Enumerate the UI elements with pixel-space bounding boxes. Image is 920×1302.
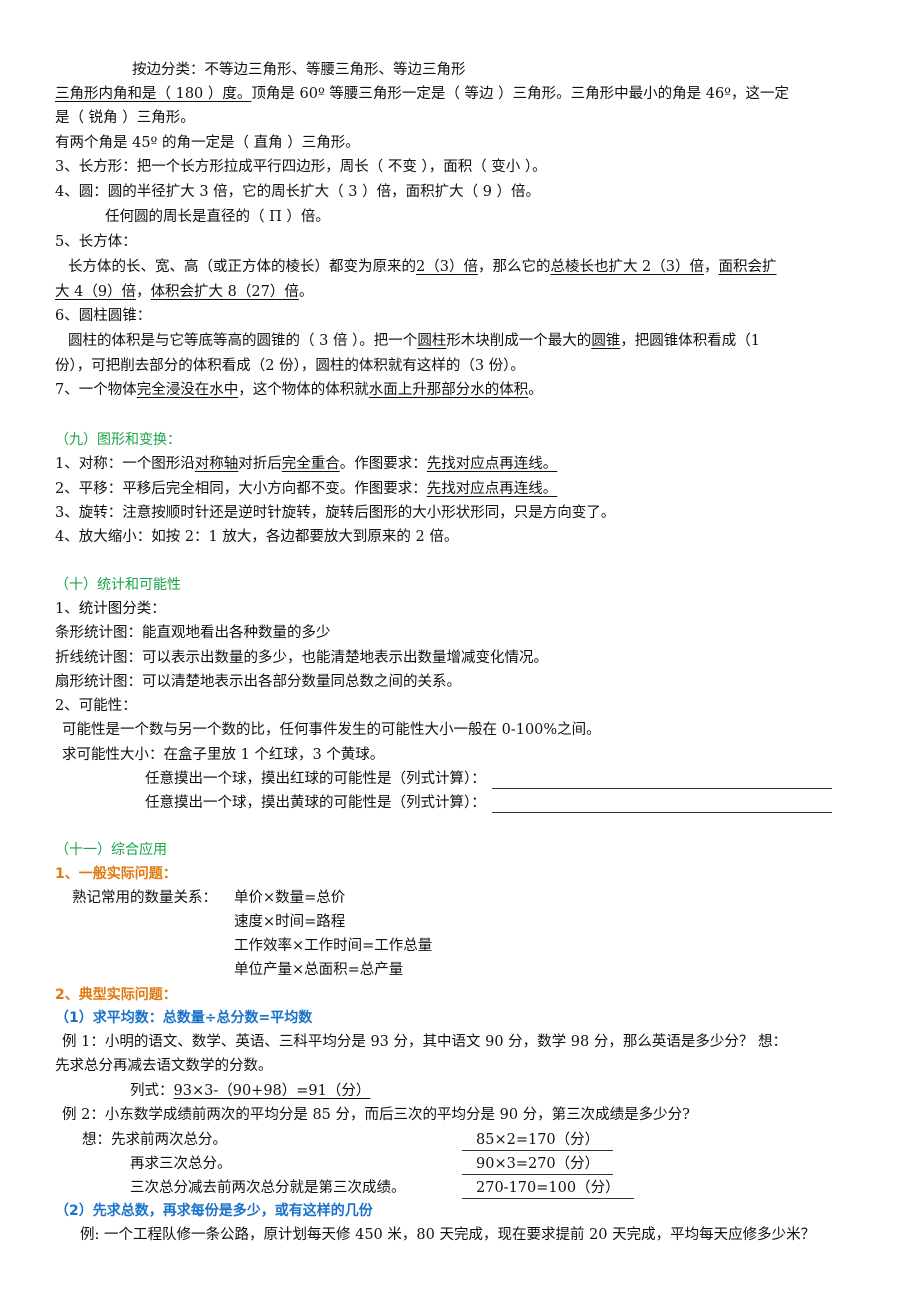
bar-chart-desc: 条形统计图：能直观地看出各种数量的多少 [55, 625, 331, 641]
underlined-text: 85×2=170（分） [462, 1130, 614, 1151]
cuboid-text-cont: 大 4（9）倍，体积会扩大 8（27）倍。 [55, 282, 313, 302]
underlined-text: 总棱长也扩大 2（3）倍 [550, 259, 705, 275]
cylinder-text-cont: 份），可把削去部分的体积看成（2 份），圆柱的体积就有这样的（3 份）。 [55, 358, 525, 374]
object-volume: 7、一个物体完全浸没在水中，这个物体的体积就水面上升那部分水的体积。 [55, 380, 543, 400]
underlined-text: 270-170=100（分） [462, 1178, 634, 1199]
line-chart-desc: 折线统计图：可以表示出数量的多少，也能清楚地表示出数量增减变化情况。 [55, 650, 548, 666]
underlined-text: 三角形内角和是（ 180 ）度。 [55, 86, 252, 102]
example-2-calc: 270-170=100（分） [462, 1178, 634, 1199]
circle-pi: 任何圆的周长是直径的（ Π ）倍。 [105, 209, 330, 225]
yellow-ball-question: 任意摸出一个球，摸出黄球的可能性是（列式计算）： [145, 793, 832, 813]
answer-blank[interactable] [491, 773, 832, 789]
relation-item: 单位产量×总面积=总产量 [234, 962, 404, 978]
underlined-text: 体积会扩大 8（27）倍 [150, 284, 299, 300]
underlined-text: 水面上升那部分水的体积 [368, 382, 529, 398]
text: 2、平移：平移后完全相同，大小方向都不变。作图要求： [55, 481, 427, 497]
text: 。 [528, 382, 543, 398]
triangle-angle-sum: 三角形内角和是（ 180 ）度。顶角是 60º 等腰三角形一定是（ 等边 ）三角… [55, 84, 789, 104]
text: 圆柱的体积是与它等底等高的圆锥的（ 3 倍 ）。把一个 [68, 333, 418, 349]
probability-question: 求可能性大小：在盒子里放 1 个红球，3 个黄球。 [62, 747, 385, 763]
underlined-text: 先找对应点再连线。 [426, 481, 558, 497]
example-2-step: 想：先求前两次总分。 [82, 1132, 227, 1148]
probability-definition: 可能性是一个数与另一个数的比，任何事件发生的可能性大小一般在 0-100%之间。 [62, 722, 601, 738]
text: 形木块削成一个最大的 [446, 333, 592, 349]
red-ball-question: 任意摸出一个球，摸出红球的可能性是（列式计算）： [145, 769, 832, 789]
underlined-text: 完全重合 [281, 456, 340, 472]
text: 。作图要求： [339, 456, 427, 472]
example-2-step: 三次总分减去前两次总分就是第三次成绩。 [130, 1180, 406, 1196]
example-2-calc: 90×3=270（分） [462, 1154, 614, 1175]
relations-label: 熟记常用的数量关系： [72, 890, 217, 906]
text: 长方体的长、宽、高（或正方体的棱长）都变为原来的 [68, 259, 416, 275]
underlined-text: 90×3=270（分） [462, 1154, 614, 1175]
text: 。 [298, 284, 314, 300]
cuboid-text: 长方体的长、宽、高（或正方体的棱长）都变为原来的2（3）倍，那么它的总棱长也扩大… [68, 257, 777, 277]
underlined-text: 先找对应点再连线。 [426, 456, 558, 472]
average-title: （1）求平均数：总数量÷总分数=平均数 [55, 1010, 313, 1026]
probability-title: 2、可能性： [55, 698, 137, 714]
underlined-text: 对称轴 [194, 456, 239, 472]
typical-problems-title: 2、典型实际问题： [55, 987, 177, 1003]
text: 任意摸出一个球，摸出黄球的可能性是（列式计算）： [145, 795, 486, 811]
cylinder-title: 6、圆柱圆锥： [55, 308, 152, 324]
section-10-title: （十）统计和可能性 [55, 577, 181, 593]
section-9-title: （九）图形和变换： [55, 432, 181, 448]
text: 对折后 [238, 456, 282, 472]
pie-chart-desc: 扇形统计图：可以清楚地表示出各部分数量同总数之间的关系。 [55, 674, 461, 690]
triangle-right: 有两个角是 45º 的角一定是（ 直角 ）三角形。 [55, 135, 360, 151]
text: 1、对称：一个图形沿 [55, 456, 195, 472]
text: 列式： [130, 1083, 174, 1099]
answer-blank[interactable] [491, 797, 832, 813]
cuboid-title: 5、长方体： [55, 234, 137, 250]
text: 7、一个物体 [55, 382, 137, 398]
circle-item: 4、圆：圆的半径扩大 3 倍，它的周长扩大（ 3 ）倍，面积扩大（ 9 ）倍。 [55, 184, 541, 200]
scaling-item: 4、放大缩小：如按 2：1 放大，各边都要放大到原来的 2 倍。 [55, 529, 459, 545]
relation-item: 单价×数量=总价 [234, 890, 346, 906]
example-2: 例 2：小东数学成绩前两次的平均分是 85 分，而后三次的平均分是 90 分，第… [62, 1107, 690, 1123]
underlined-text: 面积会扩 [718, 259, 777, 275]
underlined-text: 圆柱 [417, 333, 447, 349]
text: 任意摸出一个球，摸出红球的可能性是（列式计算）： [145, 771, 486, 787]
example-3: 例: 一个工程队修一条公路，原计划每天修 450 米，80 天完成，现在要求提前… [80, 1227, 816, 1243]
text: ，这个物体的体积就 [238, 382, 369, 398]
example-1-formula: 列式：93×3-（90+98）=91（分） [130, 1081, 390, 1101]
underlined-text: 完全浸没在水中 [136, 382, 239, 398]
text: ， [136, 284, 151, 300]
underlined-text: 圆锥 [591, 333, 621, 349]
example-2-step: 再求三次总分。 [130, 1156, 232, 1172]
translation-item: 2、平移：平移后完全相同，大小方向都不变。作图要求：先找对应点再连线。 [55, 479, 557, 499]
text: ，把圆锥体积看成（1 [620, 333, 761, 349]
triangle-acute: 是（ 锐角 ）三角形。 [55, 110, 195, 126]
underlined-text: 2（3）倍 [416, 259, 478, 275]
text: ， [704, 259, 719, 275]
triangle-by-side: 按边分类：不等边三角形、等腰三角形、等边三角形 [132, 62, 466, 78]
text: ，那么它的 [477, 259, 551, 275]
relation-item: 工作效率×工作时间=工作总量 [234, 938, 433, 954]
text: 顶角是 60º 等腰三角形一定是（ 等边 ）三角形。三角形中最小的角是 46º，… [251, 86, 789, 102]
total-title: （2）先求总数，再求每份是多少，或有这样的几份 [55, 1203, 373, 1219]
underlined-text: 93×3-（90+98）=91（分） [173, 1083, 371, 1099]
relation-item: 速度×时间=路程 [234, 914, 346, 930]
underlined-text: 大 4（9）倍 [55, 284, 137, 300]
example-1-cont: 先求总分再减去语文数学的分数。 [55, 1058, 273, 1074]
rectangle-item: 3、长方形：把一个长方形拉成平行四边形，周长（ 不变 ），面积（ 变小 ）。 [55, 159, 547, 175]
rotation-item: 3、旋转：注意按顺时针还是逆时针旋转，旋转后图形的大小形状形同，只是方向变了。 [55, 505, 616, 521]
chart-types-title: 1、统计图分类： [55, 601, 166, 617]
general-problems-title: 1、一般实际问题： [55, 866, 177, 882]
section-11-title: （十一）综合应用 [55, 842, 167, 858]
symmetry-item: 1、对称：一个图形沿对称轴对折后完全重合。作图要求：先找对应点再连线。 [55, 454, 557, 474]
example-1: 例 1：小明的语文、数学、英语、三科平均分是 93 分，其中语文 90 分，数学… [62, 1034, 787, 1050]
example-2-calc: 85×2=170（分） [462, 1130, 614, 1151]
cylinder-text: 圆柱的体积是与它等底等高的圆锥的（ 3 倍 ）。把一个圆柱形木块削成一个最大的圆… [68, 331, 760, 351]
